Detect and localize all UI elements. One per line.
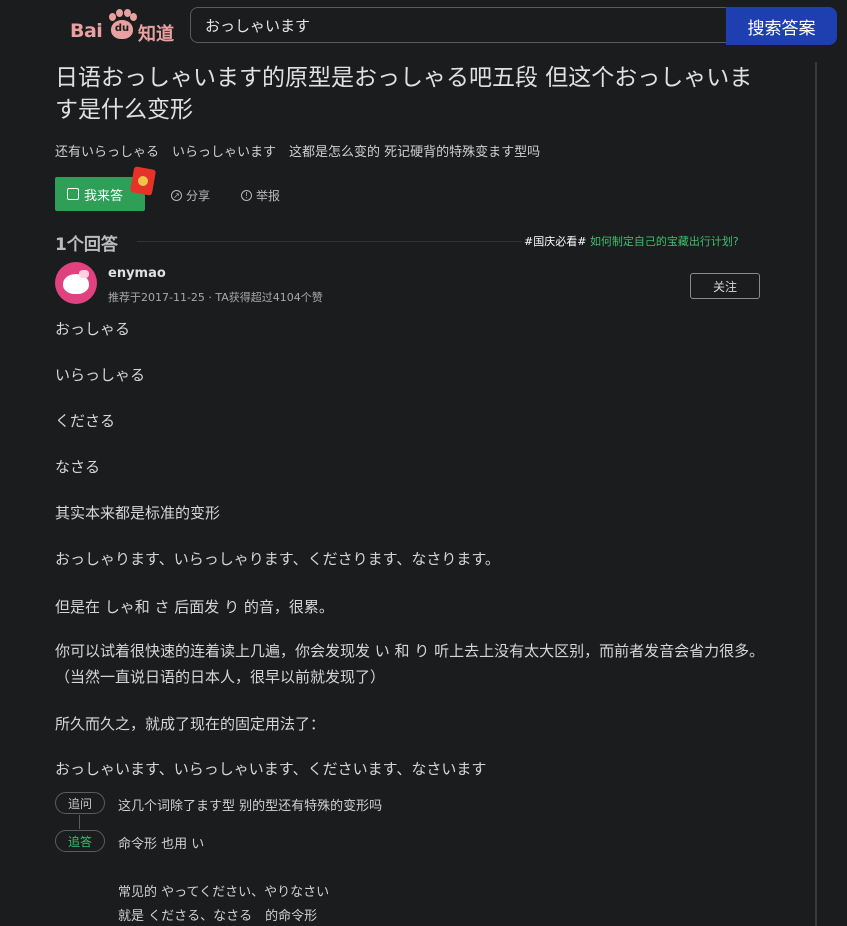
avatar-bow xyxy=(79,270,89,278)
answer-paragraph: いらっしゃる xyxy=(55,366,146,384)
answer-paragraph: 其实本来都是标准的变形 xyxy=(55,504,221,522)
followup-ask-text: 这几个词除了ます型 别的型还有特殊的变形吗 xyxy=(118,799,383,814)
promo-link[interactable]: 如何制定自己的宝藏出行计划? xyxy=(590,235,739,248)
share-label: 分享 xyxy=(186,189,211,203)
divider xyxy=(137,241,522,242)
avatar[interactable] xyxy=(55,262,97,304)
share-icon: ↗ xyxy=(171,190,182,201)
edit-icon xyxy=(67,188,79,200)
logo-du-text: du xyxy=(114,23,130,34)
answer-button-label: 我来答 xyxy=(84,188,124,204)
followup-connector xyxy=(79,815,80,829)
answer-paragraph: 但是在 しゃ和 さ 后面发 り 的音，很累。 xyxy=(55,598,334,616)
answer-paragraph: 所久而久之，就成了现在的固定用法了： xyxy=(55,715,326,733)
followup-reply-tag: 追答 xyxy=(55,830,105,852)
question-title: 日语おっしゃいます的原型是おっしゃる吧五段 但这个おっしゃいます是什么变形 xyxy=(55,65,753,123)
answer-paragraph: おっしゃります、いらっしゃります、くださります、なさります。 xyxy=(55,550,500,568)
paw-icon: du xyxy=(107,9,137,41)
share-button[interactable]: ↗ 分享 xyxy=(171,187,210,204)
username[interactable]: enymao xyxy=(108,266,166,281)
logo-bai-text: Bai xyxy=(70,20,103,42)
followup-reply-text: 命令形 也用 い xyxy=(118,837,205,852)
answer-meta: 推荐于2017-11-25 · TA获得超过4104个赞 xyxy=(108,291,323,304)
scrollbar-track[interactable] xyxy=(815,62,817,926)
followup-reply-line: 就是 くださる、なさる 的命令形 xyxy=(118,909,318,924)
answer-paragraph: おっしゃいます、いらっしゃいます、くださいます、なさいます xyxy=(55,760,487,778)
report-button[interactable]: ! 举报 xyxy=(241,187,280,204)
answer-paragraph: 你可以试着很快速的连着读上几遍，你会发现发 い 和 り 听上去上没有太大区别，而… xyxy=(55,642,765,686)
followup-reply-line: 常见的 やってください、やりなさい xyxy=(118,885,330,900)
search-input[interactable] xyxy=(191,8,739,42)
question-detail: 还有いらっしゃる いらっしゃいます 这都是怎么变的 死记硬背的特殊变ます型吗 xyxy=(55,145,541,160)
answer-count: 1个回答 xyxy=(55,235,118,255)
red-envelope-icon xyxy=(129,166,157,196)
promo-tag: #国庆必看# xyxy=(524,235,587,248)
followup-ask-tag: 追问 xyxy=(55,792,105,814)
report-label: 举报 xyxy=(256,189,281,203)
answer-paragraph: おっしゃる xyxy=(55,320,131,338)
baidu-zhidao-logo[interactable]: Bai du 知道 xyxy=(70,8,178,45)
search-box[interactable] xyxy=(190,7,739,43)
answer-paragraph: なさる xyxy=(55,458,101,476)
follow-button[interactable]: 关注 xyxy=(690,273,760,299)
promo-banner[interactable]: #国庆必看# 如何制定自己的宝藏出行计划? xyxy=(524,233,739,249)
warning-icon: ! xyxy=(241,190,252,201)
search-button[interactable]: 搜索答案 xyxy=(726,7,837,45)
logo-zhidao-text: 知道 xyxy=(138,24,174,45)
answer-paragraph: くださる xyxy=(55,412,116,430)
